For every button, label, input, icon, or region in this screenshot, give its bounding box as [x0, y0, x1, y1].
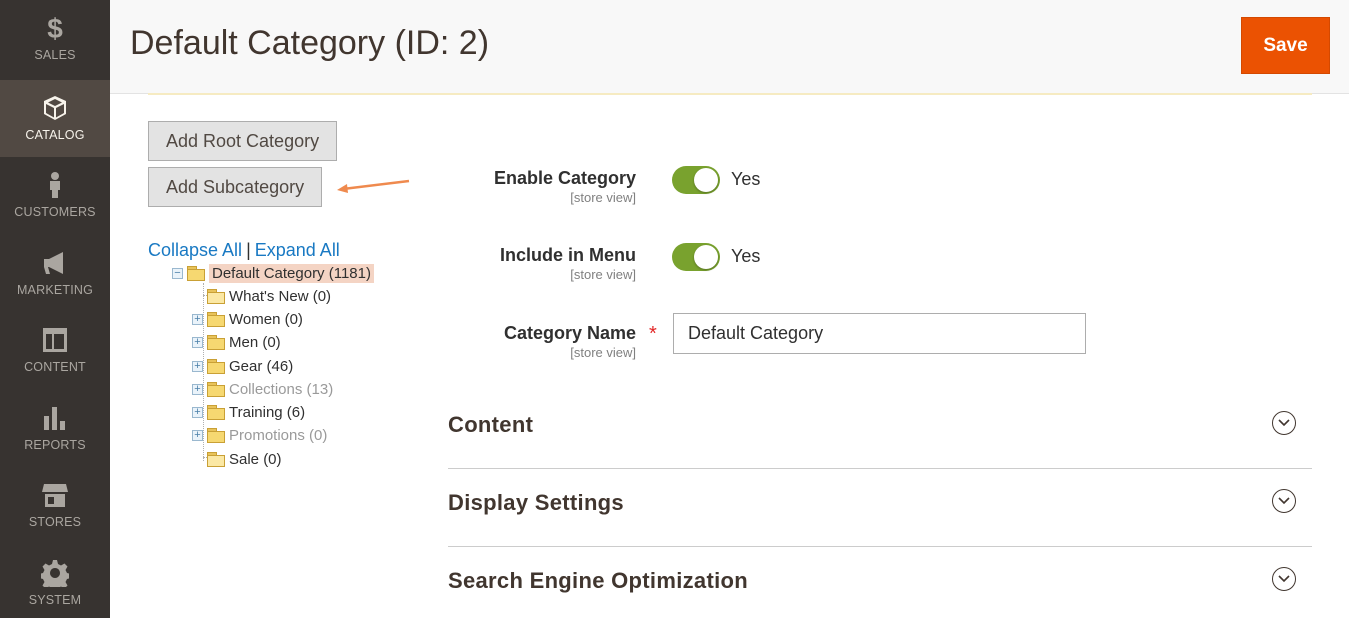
field-label: Include in Menu	[499, 245, 636, 265]
tree-node-label[interactable]: Women (0)	[229, 311, 303, 328]
expand-toggle-icon[interactable]: +	[192, 336, 203, 348]
collapse-all-link[interactable]: Collapse All	[148, 240, 242, 260]
add-subcategory-button[interactable]: Add Subcategory	[148, 167, 323, 207]
tree-node-men[interactable]: + Men (0)	[192, 331, 281, 353]
section-title: Search Engine Optimization	[448, 568, 748, 593]
section-title: Display Settings	[448, 490, 624, 515]
enable-category-toggle[interactable]	[672, 166, 720, 194]
nav-customers[interactable]: CUSTOMERS	[0, 157, 110, 234]
category-tree: − Default Category (1181) What's New (0)…	[170, 262, 390, 472]
svg-text:$: $	[47, 14, 63, 42]
bar-chart-icon	[44, 407, 65, 430]
nav-label-catalog: CATALOG	[25, 128, 85, 142]
tree-node-training[interactable]: + Training (6)	[192, 401, 305, 423]
expand-toggle-icon[interactable]: +	[192, 429, 203, 441]
tree-node-label[interactable]: Sale (0)	[229, 451, 282, 468]
folder-open-icon	[187, 266, 205, 281]
nav-reports[interactable]: REPORTS	[0, 390, 110, 467]
tree-node-whats-new[interactable]: What's New (0)	[207, 285, 331, 307]
tree-node-sale[interactable]: Sale (0)	[207, 448, 282, 470]
nav-label-sales: SALES	[34, 48, 76, 62]
nav-marketing[interactable]: MARKETING	[0, 235, 110, 312]
page-title: Default Category (ID: 2)	[130, 24, 490, 62]
include-in-menu-value: Yes	[731, 246, 761, 266]
nav-label-marketing: MARKETING	[16, 283, 94, 297]
chevron-down-icon[interactable]	[1272, 489, 1296, 513]
nav-sales[interactable]: $ SALES	[0, 0, 110, 77]
section-content[interactable]: Content	[448, 391, 1312, 469]
expand-toggle-icon[interactable]: +	[192, 313, 203, 325]
add-root-category-button[interactable]: Add Root Category	[148, 121, 338, 161]
section-display-settings[interactable]: Display Settings	[448, 469, 1312, 547]
folder-icon	[207, 335, 225, 350]
folder-icon	[207, 359, 225, 374]
nav-label-customers: CUSTOMERS	[14, 205, 96, 219]
category-name-input[interactable]	[673, 313, 1086, 354]
megaphone-icon	[44, 252, 63, 274]
tree-node-collections[interactable]: + Collections (13)	[192, 378, 333, 400]
section-title: Content	[448, 412, 534, 437]
tree-node-women[interactable]: + Women (0)	[192, 308, 303, 330]
box-icon	[44, 96, 66, 120]
folder-icon	[207, 452, 225, 467]
scope-label: [store view]	[570, 345, 636, 360]
include-in-menu-label: Include in Menu [store view]	[396, 245, 636, 282]
scope-label: [store view]	[570, 267, 636, 282]
header-divider	[148, 93, 1312, 95]
tree-node-label[interactable]: Promotions (0)	[229, 427, 327, 444]
tree-controls-separator: |	[246, 240, 251, 260]
chevron-down-icon[interactable]	[1272, 567, 1296, 591]
field-label: Category Name	[503, 323, 636, 343]
folder-icon	[207, 289, 225, 304]
nav-label-reports: REPORTS	[24, 438, 86, 452]
folder-icon	[207, 405, 225, 420]
nav-label-content: CONTENT	[24, 360, 86, 374]
section-seo[interactable]: Search Engine Optimization	[448, 547, 1312, 625]
person-icon	[50, 172, 60, 198]
gear-icon	[41, 560, 69, 587]
scope-label: [store view]	[570, 190, 636, 205]
expand-toggle-icon[interactable]: +	[192, 360, 203, 372]
tree-node-label[interactable]: What's New (0)	[229, 288, 331, 305]
tree-node-label[interactable]: Collections (13)	[229, 381, 333, 398]
chevron-down-icon[interactable]	[1272, 411, 1296, 435]
nav-label-stores: STORES	[28, 515, 82, 529]
dollar-icon: $	[47, 14, 63, 42]
enable-category-label: Enable Category [store view]	[396, 168, 636, 205]
nav-label-system: SYSTEM	[28, 593, 82, 607]
tree-node-label[interactable]: Men (0)	[229, 334, 281, 351]
nav-catalog[interactable]: CATALOG	[0, 80, 110, 157]
tree-controls: Collapse All | Expand All	[148, 240, 340, 261]
folder-icon	[207, 382, 225, 397]
tree-node-promotions[interactable]: + Promotions (0)	[192, 424, 327, 446]
admin-sidebar: $ SALES CATALOG CUSTOMERS MARKETING CONT…	[0, 0, 110, 618]
expand-toggle-icon[interactable]: +	[192, 406, 203, 418]
tree-node-label[interactable]: Training (6)	[229, 404, 305, 421]
folder-icon	[207, 428, 225, 443]
nav-content[interactable]: CONTENT	[0, 312, 110, 389]
collapse-toggle-icon[interactable]: −	[172, 267, 183, 279]
folder-icon	[207, 312, 225, 327]
field-label: Enable Category	[493, 168, 636, 188]
category-name-label: Category Name [store view]	[396, 323, 636, 360]
tree-node-root[interactable]: − Default Category (1181)	[172, 262, 374, 284]
required-asterisk: *	[649, 323, 657, 345]
page-header: Default Category (ID: 2) Save	[110, 0, 1349, 94]
include-in-menu-toggle[interactable]	[672, 243, 720, 271]
expand-all-link[interactable]: Expand All	[255, 240, 340, 260]
storefront-icon	[42, 484, 68, 507]
enable-category-value: Yes	[731, 169, 761, 189]
save-button[interactable]: Save	[1241, 17, 1330, 74]
tree-node-gear[interactable]: + Gear (46)	[192, 355, 293, 377]
expand-toggle-icon[interactable]: +	[192, 383, 203, 395]
tree-node-label[interactable]: Gear (46)	[229, 358, 293, 375]
nav-system[interactable]: SYSTEM	[0, 545, 110, 622]
tree-node-label[interactable]: Default Category (1181)	[209, 263, 374, 283]
nav-stores[interactable]: STORES	[0, 467, 110, 544]
layout-icon	[43, 328, 67, 352]
